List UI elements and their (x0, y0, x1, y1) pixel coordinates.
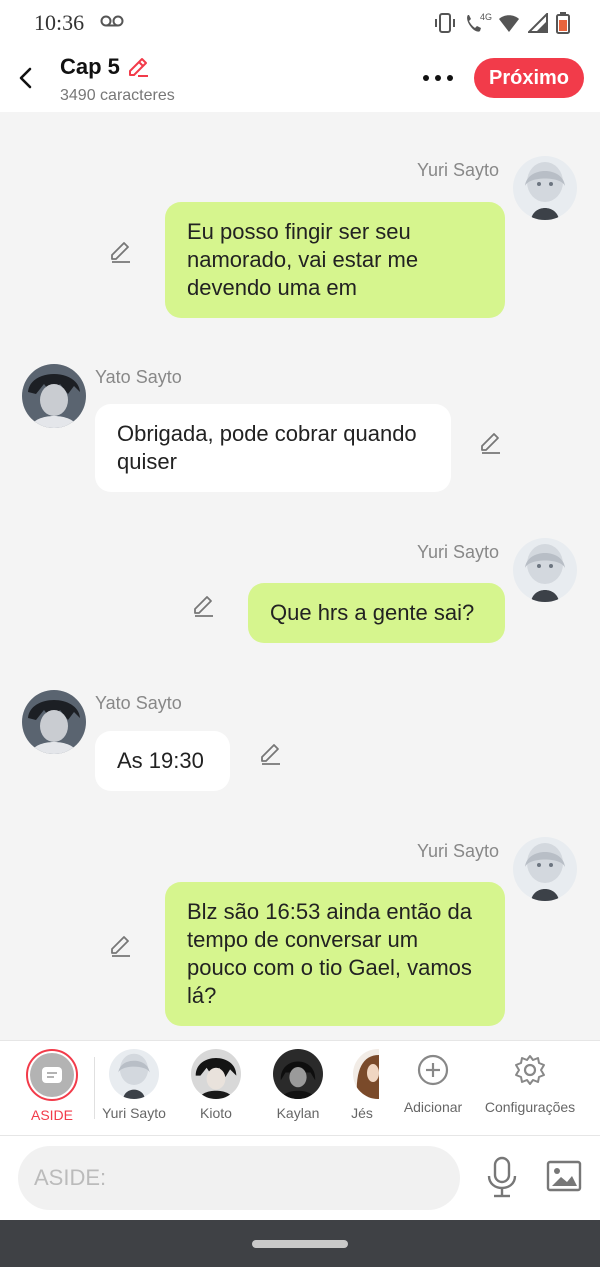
back-arrow-icon[interactable] (12, 62, 44, 94)
home-gesture-handle[interactable] (252, 1240, 348, 1248)
avatar-yato[interactable] (22, 690, 86, 754)
narration-icon (42, 1067, 62, 1083)
message-bubble[interactable]: Que hrs a gente sai? (248, 583, 505, 643)
character-label: Adicionar (403, 1099, 463, 1115)
edit-message-icon[interactable] (258, 740, 284, 766)
character-label: Yuri Sayto (102, 1105, 166, 1121)
character-yuri[interactable]: Yuri Sayto (93, 1049, 175, 1121)
aside-avatar (26, 1049, 78, 1101)
status-time: 10:36 (34, 10, 85, 35)
edit-message-icon[interactable] (478, 429, 504, 455)
image-icon[interactable] (546, 1158, 582, 1194)
character-label: Configurações (484, 1099, 576, 1115)
avatar-yuri[interactable] (513, 156, 577, 220)
avatar (273, 1049, 323, 1099)
more-options-icon[interactable] (420, 66, 456, 90)
microphone-icon[interactable] (486, 1156, 518, 1198)
message-sender-name: Yato Sayto (95, 367, 182, 387)
edit-title-icon[interactable] (126, 55, 150, 79)
avatar (353, 1049, 379, 1099)
chapter-title[interactable]: Cap 5 (60, 54, 120, 80)
signal-icon (528, 13, 548, 33)
avatar-yuri[interactable] (513, 538, 577, 602)
character-label: ASIDE (30, 1107, 73, 1123)
edit-message-icon[interactable] (191, 592, 217, 618)
message-sender-name: Yuri Sayto (417, 841, 500, 861)
voicemail-icon (100, 15, 124, 27)
avatar-yuri[interactable] (513, 837, 577, 901)
message-bubble[interactable]: Eu posso fingir ser seu namorado, vai es… (165, 202, 505, 318)
character-selector: ASIDE Yuri Sayto Kioto Kaylan Jés Adicio… (0, 1040, 600, 1136)
chapter-header: Cap 5 3490 caracteres Próximo (0, 46, 600, 112)
edit-message-icon[interactable] (108, 932, 134, 958)
character-jes[interactable]: Jés (341, 1049, 383, 1121)
message-bubble[interactable]: As 19:30 (95, 731, 230, 791)
settings-button[interactable]: Configurações (482, 1049, 578, 1115)
character-kioto[interactable]: Kioto (175, 1049, 257, 1121)
message-sender-name: Yuri Sayto (417, 542, 500, 562)
character-label: Kaylan (276, 1105, 320, 1121)
message-sender-name: Yuri Sayto (417, 160, 500, 180)
vibrate-icon (435, 13, 455, 33)
avatar-yato[interactable] (22, 364, 86, 428)
avatar (191, 1049, 241, 1099)
system-nav-bar (0, 1220, 600, 1267)
next-button[interactable]: Próximo (474, 58, 584, 98)
add-circle-icon (417, 1054, 449, 1086)
character-label: Jés (351, 1105, 373, 1121)
avatar (109, 1049, 159, 1099)
chat-area: Yuri Sayto Eu posso fingir ser seu namor… (0, 112, 600, 1040)
status-bar: 10:36 4G (0, 0, 600, 46)
character-count: 3490 caracteres (60, 87, 175, 104)
gear-icon (515, 1055, 545, 1085)
message-input[interactable] (18, 1146, 460, 1210)
character-aside[interactable]: ASIDE (11, 1049, 93, 1123)
add-character-button[interactable]: Adicionar (392, 1049, 474, 1115)
battery-icon (556, 12, 570, 34)
network-type: 4G (479, 12, 492, 22)
character-label: Kioto (200, 1105, 232, 1121)
message-bubble[interactable]: Obrigada, pode cobrar quando quiser (95, 404, 451, 492)
edit-message-icon[interactable] (108, 238, 134, 264)
wifi-icon (499, 15, 519, 32)
message-sender-name: Yato Sayto (95, 693, 182, 713)
message-bubble[interactable]: Blz são 16:53 ainda então da tempo de co… (165, 882, 505, 1026)
message-input-bar (0, 1136, 600, 1220)
character-kaylan[interactable]: Kaylan (257, 1049, 339, 1121)
